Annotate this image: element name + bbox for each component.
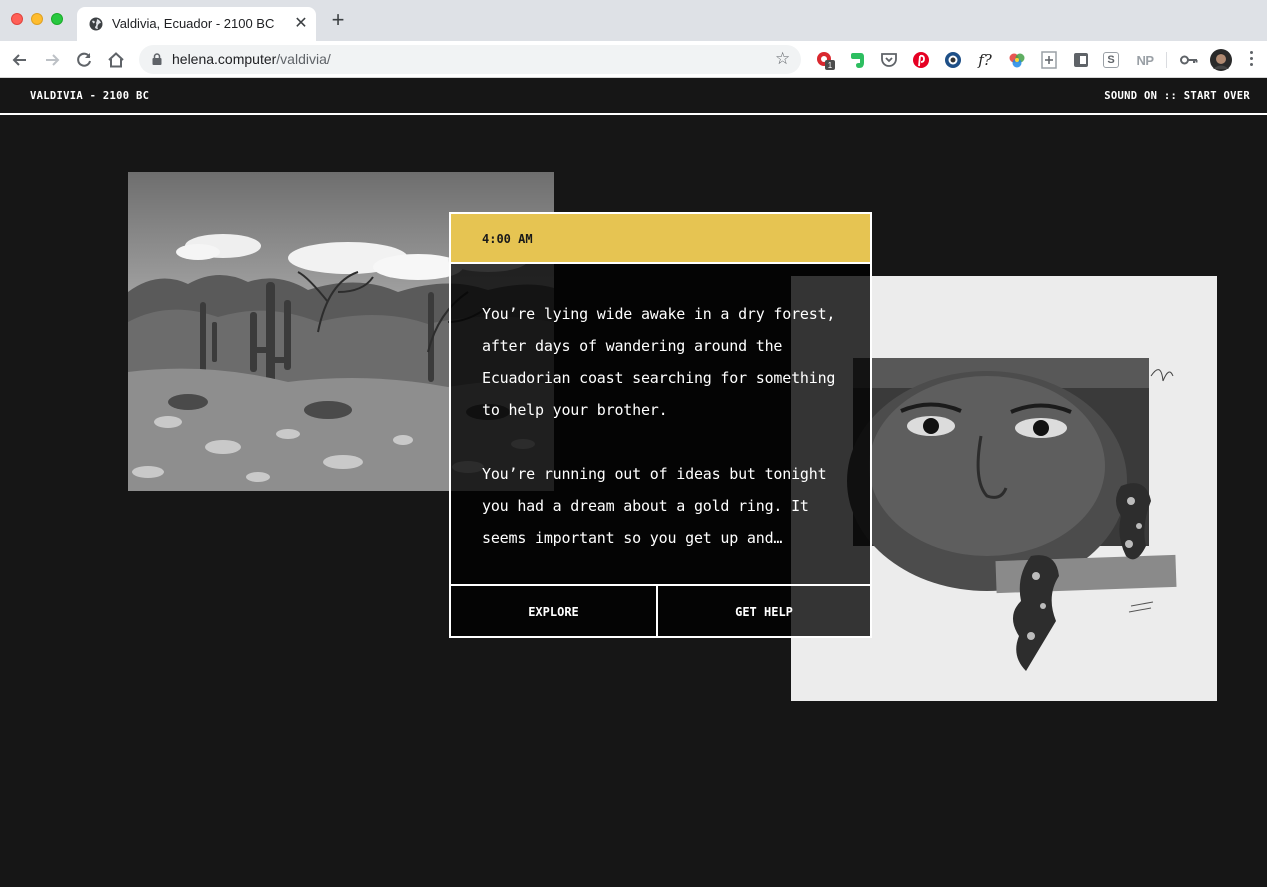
globe-icon (89, 17, 103, 31)
evernote-icon[interactable] (847, 50, 867, 70)
page-title: VALDIVIA - 2100 BC (30, 90, 150, 102)
explore-button[interactable]: EXPLORE (451, 586, 658, 638)
story-card: 4:00 AM You’re lying wide awake in a dry… (449, 212, 872, 638)
forward-icon[interactable] (41, 49, 63, 71)
choice-buttons: EXPLORE GET HELP (451, 584, 870, 638)
story-paragraph: You’re running out of ideas but tonight … (482, 465, 827, 547)
maximize-window-button[interactable] (51, 13, 63, 25)
browser-toolbar: helena.computer/valdivia/ ☆ 1 f? S NP (0, 41, 1267, 78)
browser-tab-bar: Valdivia, Ecuador - 2100 BC ✕ + (0, 0, 1267, 41)
toolbar-divider (1166, 52, 1167, 68)
profile-avatar[interactable] (1210, 49, 1232, 71)
get-help-button[interactable]: GET HELP (658, 586, 870, 638)
new-tab-icon[interactable]: + (329, 9, 347, 31)
start-over-link[interactable]: START OVER (1184, 90, 1250, 102)
url-text: helena.computer/valdivia/ (172, 51, 331, 67)
story-text: You’re lying wide awake in a dry forest,… (482, 298, 852, 554)
s-icon[interactable]: S (1103, 52, 1119, 68)
back-icon[interactable] (9, 49, 31, 71)
bookmark-star-icon[interactable]: ☆ (775, 49, 790, 69)
key-icon[interactable] (1179, 50, 1199, 70)
browser-tab[interactable]: Valdivia, Ecuador - 2100 BC ✕ (77, 7, 316, 41)
color-wheel-icon[interactable] (1007, 50, 1027, 70)
story-paragraph: You’re lying wide awake in a dry forest,… (482, 305, 836, 419)
camera-icon[interactable] (943, 50, 963, 70)
tab-close-icon[interactable]: ✕ (293, 13, 309, 33)
time-label: 4:00 AM (482, 232, 533, 246)
controls-separator: :: (1157, 90, 1184, 102)
address-bar[interactable]: helena.computer/valdivia/ ☆ (139, 45, 801, 74)
reload-icon[interactable] (73, 49, 95, 71)
close-window-button[interactable] (11, 13, 23, 25)
sound-toggle[interactable]: SOUND ON (1104, 90, 1157, 102)
np-icon[interactable]: NP (1133, 50, 1157, 70)
lock-icon (152, 53, 162, 65)
clipboard-icon[interactable] (1071, 50, 1091, 70)
story-body: You’re lying wide awake in a dry forest,… (451, 264, 870, 584)
minimize-window-button[interactable] (31, 13, 43, 25)
site-controls: SOUND ON :: START OVER (1104, 90, 1250, 102)
browser-menu-icon[interactable] (1249, 51, 1255, 69)
time-bar: 4:00 AM (451, 214, 870, 264)
site-header: VALDIVIA - 2100 BC SOUND ON :: START OVE… (0, 78, 1267, 115)
fx-icon[interactable]: f? (975, 50, 995, 70)
ghostery-icon[interactable]: 1 (815, 50, 835, 70)
pocket-icon[interactable] (879, 50, 899, 70)
home-icon[interactable] (105, 49, 127, 71)
pinterest-icon[interactable] (911, 50, 931, 70)
tab-title: Valdivia, Ecuador - 2100 BC (112, 16, 275, 31)
svg-text:1: 1 (828, 61, 833, 70)
plus-box-icon[interactable] (1039, 50, 1059, 70)
